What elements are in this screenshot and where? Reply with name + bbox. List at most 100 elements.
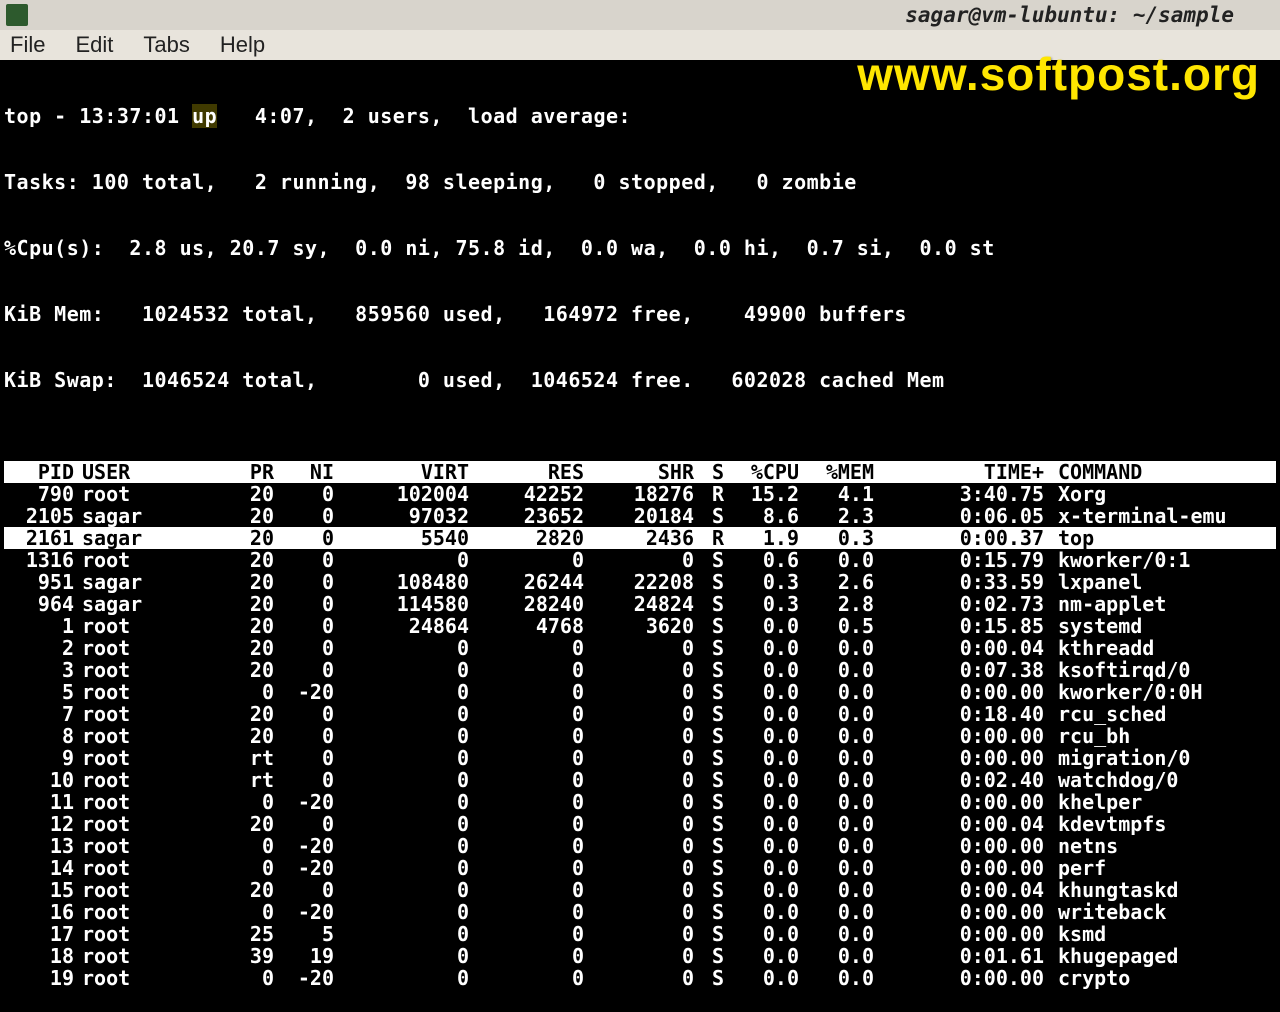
- cell-time: 0:00.00: [882, 967, 1052, 989]
- cell-pr: 20: [192, 527, 282, 549]
- cell-virt: 0: [342, 681, 477, 703]
- cell-res: 26244: [477, 571, 592, 593]
- cell-res: 4768: [477, 615, 592, 637]
- cell-time: 0:02.73: [882, 593, 1052, 615]
- menu-file[interactable]: File: [10, 32, 45, 58]
- cell-s: S: [702, 901, 732, 923]
- cell-virt: 102004: [342, 483, 477, 505]
- cell-s: S: [702, 703, 732, 725]
- highlight-up: up: [192, 104, 217, 128]
- cell-s: S: [702, 945, 732, 967]
- col-s: S: [702, 461, 732, 483]
- table-row: 17root255000S0.00.00:00.00ksmd: [4, 923, 1276, 945]
- cell-ni: 0: [282, 593, 342, 615]
- cell-shr: 0: [592, 923, 702, 945]
- cell-time: 0:00.00: [882, 901, 1052, 923]
- cell-ni: -20: [282, 967, 342, 989]
- cell-time: 0:00.04: [882, 813, 1052, 835]
- cell-pr: 0: [192, 901, 282, 923]
- cell-pr: 20: [192, 813, 282, 835]
- table-row: 1root2002486447683620S0.00.50:15.85syste…: [4, 615, 1276, 637]
- cell-mem: 0.0: [807, 901, 882, 923]
- cell-time: 0:00.37: [882, 527, 1052, 549]
- cell-virt: 0: [342, 901, 477, 923]
- cell-user: root: [82, 857, 192, 879]
- cell-pid: 964: [4, 593, 82, 615]
- cell-pid: 3: [4, 659, 82, 681]
- watermark-text: www.softpost.org: [857, 47, 1260, 101]
- cell-user: root: [82, 615, 192, 637]
- cell-cmd: migration/0: [1052, 747, 1276, 769]
- cell-s: S: [702, 615, 732, 637]
- cell-mem: 0.0: [807, 857, 882, 879]
- cell-ni: -20: [282, 901, 342, 923]
- cell-virt: 114580: [342, 593, 477, 615]
- cell-time: 0:33.59: [882, 571, 1052, 593]
- cell-virt: 0: [342, 857, 477, 879]
- cell-res: 0: [477, 901, 592, 923]
- col-ni: NI: [282, 461, 342, 483]
- cell-res: 0: [477, 725, 592, 747]
- terminal-output[interactable]: top - 13:37:01 up 4:07, 2 users, load av…: [0, 60, 1280, 1012]
- cell-mem: 0.0: [807, 659, 882, 681]
- cell-mem: 0.0: [807, 769, 882, 791]
- cell-cpu: 0.0: [732, 637, 807, 659]
- menu-edit[interactable]: Edit: [75, 32, 113, 58]
- col-cpu: %CPU: [732, 461, 807, 483]
- cell-virt: 0: [342, 659, 477, 681]
- table-row: 3root200000S0.00.00:07.38ksoftirqd/0: [4, 659, 1276, 681]
- cell-pr: 20: [192, 725, 282, 747]
- cell-pr: 20: [192, 571, 282, 593]
- cell-s: R: [702, 527, 732, 549]
- cell-virt: 97032: [342, 505, 477, 527]
- cell-virt: 0: [342, 945, 477, 967]
- cell-pr: rt: [192, 769, 282, 791]
- cell-virt: 0: [342, 813, 477, 835]
- menu-tabs[interactable]: Tabs: [143, 32, 189, 58]
- cell-shr: 0: [592, 725, 702, 747]
- cell-cmd: lxpanel: [1052, 571, 1276, 593]
- cell-pid: 1316: [4, 549, 82, 571]
- cell-virt: 0: [342, 835, 477, 857]
- table-row: 18root3919000S0.00.00:01.61khugepaged: [4, 945, 1276, 967]
- table-row: 13root0-20000S0.00.00:00.00netns: [4, 835, 1276, 857]
- cell-s: S: [702, 571, 732, 593]
- cell-mem: 0.0: [807, 813, 882, 835]
- cell-shr: 0: [592, 681, 702, 703]
- cell-cpu: 1.9: [732, 527, 807, 549]
- cell-user: root: [82, 923, 192, 945]
- table-row: 7root200000S0.00.00:18.40rcu_sched: [4, 703, 1276, 725]
- cell-user: root: [82, 681, 192, 703]
- cell-user: sagar: [82, 571, 192, 593]
- cell-pid: 13: [4, 835, 82, 857]
- cell-res: 0: [477, 813, 592, 835]
- cell-pid: 2105: [4, 505, 82, 527]
- cell-user: sagar: [82, 593, 192, 615]
- cell-shr: 0: [592, 703, 702, 725]
- menu-help[interactable]: Help: [220, 32, 265, 58]
- cell-user: root: [82, 769, 192, 791]
- cell-user: root: [82, 901, 192, 923]
- cell-pid: 1: [4, 615, 82, 637]
- cell-virt: 5540: [342, 527, 477, 549]
- cell-virt: 0: [342, 725, 477, 747]
- cell-cmd: watchdog/0: [1052, 769, 1276, 791]
- cell-time: 3:40.75: [882, 483, 1052, 505]
- cell-virt: 0: [342, 747, 477, 769]
- cell-cpu: 0.0: [732, 813, 807, 835]
- cell-user: root: [82, 835, 192, 857]
- process-table-header: PID USER PR NI VIRT RES SHR S %CPU %MEM …: [4, 461, 1276, 483]
- cell-user: root: [82, 791, 192, 813]
- cell-s: S: [702, 835, 732, 857]
- cell-pid: 17: [4, 923, 82, 945]
- cell-shr: 24824: [592, 593, 702, 615]
- cell-cpu: 0.0: [732, 835, 807, 857]
- cell-user: root: [82, 637, 192, 659]
- cell-cmd: kworker/0:1: [1052, 549, 1276, 571]
- cell-cmd: ksoftirqd/0: [1052, 659, 1276, 681]
- cell-mem: 0.0: [807, 747, 882, 769]
- window-titlebar[interactable]: sagar@vm-lubuntu: ~/sample: [0, 0, 1280, 30]
- table-row: 2161sagar200554028202436R1.90.30:00.37to…: [4, 527, 1276, 549]
- cell-cmd: systemd: [1052, 615, 1276, 637]
- cell-ni: 0: [282, 483, 342, 505]
